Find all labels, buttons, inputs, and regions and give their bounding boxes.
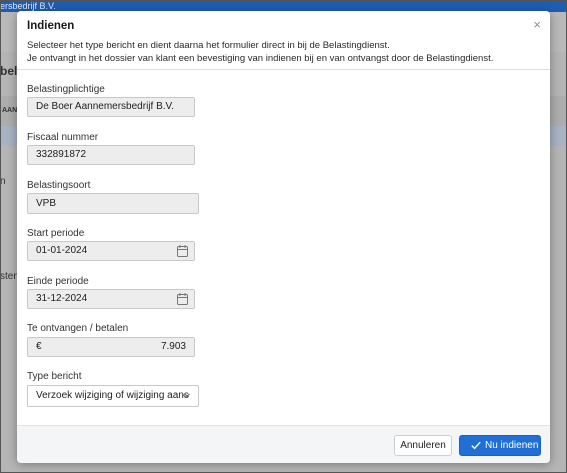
amount-field[interactable]: € 7.903 — [27, 337, 195, 357]
tax-type-label: Belastingsoort — [27, 180, 91, 191]
calendar-icon[interactable] — [177, 293, 188, 305]
message-type-select[interactable]: Verzoek wijziging of wijziging aans — [27, 385, 199, 407]
submit-button-label: Nu indienen — [485, 440, 539, 451]
intro-line: Selecteer het type bericht en dient daar… — [27, 40, 390, 51]
dialog-intro: Selecteer het type bericht en dient daar… — [27, 40, 537, 65]
chevron-down-icon — [182, 393, 190, 399]
cancel-button[interactable]: Annuleren — [394, 435, 452, 456]
end-period-field[interactable]: 31-12-2024 — [27, 289, 195, 309]
submit-button[interactable]: Nu indienen — [459, 435, 541, 456]
fiscal-number-label: Fiscaal nummer — [27, 132, 99, 143]
amount-value: 7.903 — [160, 341, 186, 352]
end-period-label: Einde periode — [27, 276, 89, 287]
start-period-field[interactable]: 01-01-2024 — [27, 241, 195, 261]
currency-symbol: € — [36, 341, 42, 352]
dialog-title: Indienen — [27, 20, 75, 32]
check-icon — [471, 441, 481, 450]
intro-line: Je ontvangt in het dossier van klant een… — [27, 52, 494, 64]
submit-dialog: Indienen × Selecteer het type bericht en… — [17, 11, 550, 463]
tax-type-field[interactable]: VPB — [27, 193, 199, 214]
end-period-value: 31-12-2024 — [36, 293, 88, 304]
message-type-label: Type bericht — [27, 371, 82, 382]
start-period-value: 01-01-2024 — [36, 245, 88, 256]
calendar-icon[interactable] — [177, 245, 188, 257]
taxpayer-field[interactable]: De Boer Aannemersbedrijf B.V. — [27, 97, 195, 117]
fiscal-number-field[interactable]: 332891872 — [27, 145, 195, 165]
start-period-label: Start periode — [27, 228, 85, 239]
close-icon[interactable]: × — [533, 18, 541, 32]
dialog-footer: Annuleren Nu indienen — [17, 425, 550, 463]
amount-label: Te ontvangen / betalen — [27, 323, 129, 334]
message-type-value: Verzoek wijziging of wijziging aans — [36, 390, 189, 401]
app-row-text: n — [0, 176, 6, 187]
app-column-header: AAN — [2, 107, 18, 114]
taxpayer-label: Belastingplichtige — [27, 84, 105, 95]
divider — [17, 69, 550, 70]
